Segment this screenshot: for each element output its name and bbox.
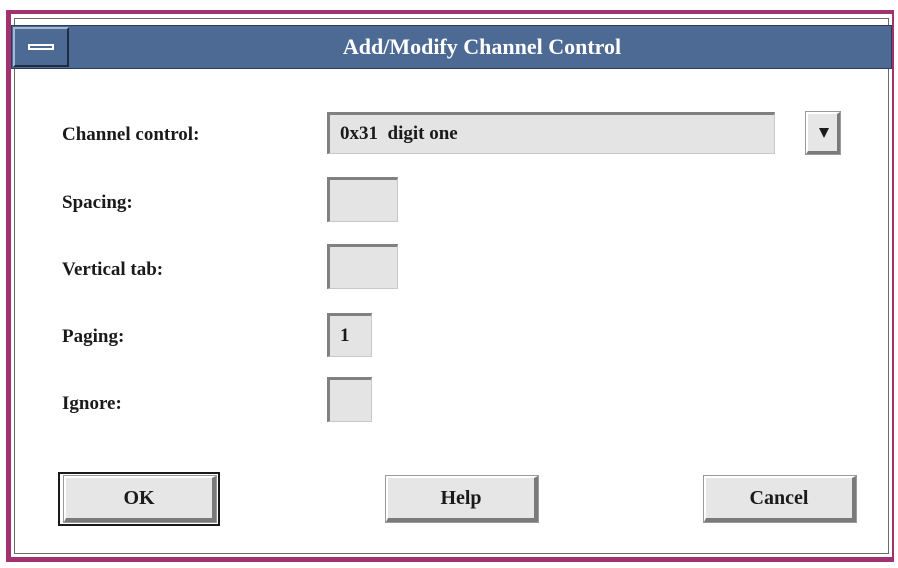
cancel-button[interactable]: Cancel: [703, 475, 857, 523]
spacing-field[interactable]: [327, 177, 398, 222]
spacing-label: Spacing:: [62, 192, 133, 213]
ignore-field[interactable]: [327, 377, 372, 422]
window-menu-button[interactable]: [13, 27, 69, 67]
paging-value: 1: [340, 325, 350, 346]
channel-control-label: Channel control:: [62, 124, 200, 145]
channel-control-value: 0x31 digit one: [340, 123, 458, 144]
window-menu-icon: [28, 44, 54, 50]
channel-control-field[interactable]: 0x31 digit one: [327, 112, 775, 154]
channel-control-dropdown-button[interactable]: [805, 111, 841, 155]
vertical-tab-field[interactable]: [327, 244, 398, 289]
ok-button[interactable]: OK: [63, 475, 217, 523]
dialog-title: Add/Modify Channel Control: [342, 34, 622, 59]
ignore-label: Ignore:: [62, 393, 122, 414]
vertical-tab-label: Vertical tab:: [62, 259, 164, 280]
paging-field[interactable]: 1: [327, 313, 372, 357]
triangle-down-icon: [819, 128, 829, 138]
paging-label: Paging:: [62, 326, 125, 347]
help-button[interactable]: Help: [385, 475, 539, 523]
